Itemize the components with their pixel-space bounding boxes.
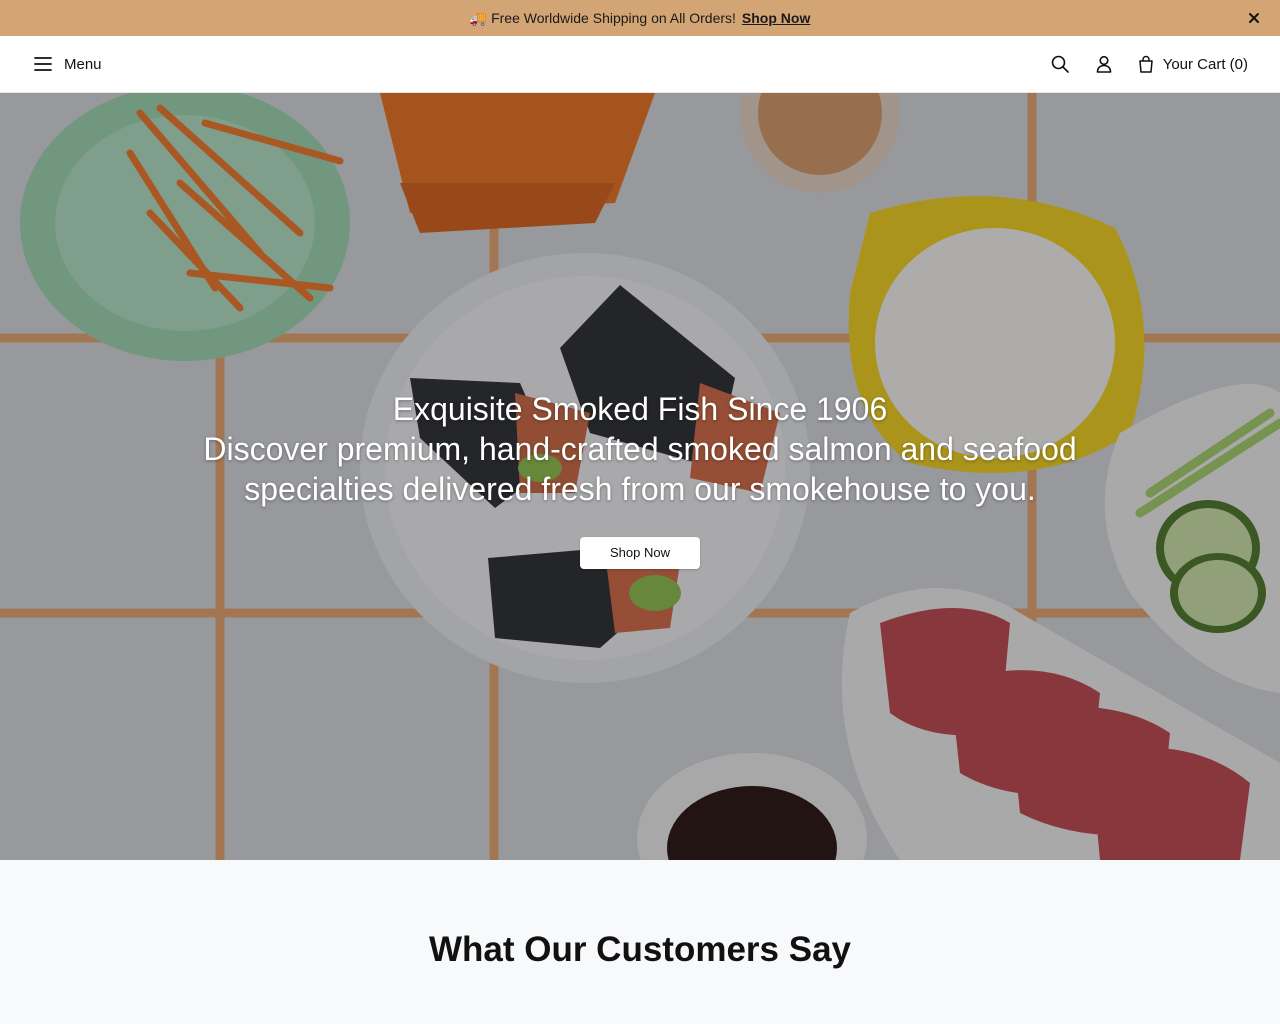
hero-shop-now-button[interactable]: Shop Now: [580, 537, 700, 569]
menu-label: Menu: [64, 55, 102, 73]
testimonials-section: What Our Customers Say: [0, 860, 1280, 1024]
hero-content: Exquisite Smoked Fish Since 1906 Discove…: [0, 389, 1280, 569]
truck-icon: 🚚: [469, 9, 488, 26]
announcement-shop-now-link[interactable]: Shop Now: [742, 10, 810, 26]
menu-button[interactable]: Menu: [32, 53, 102, 75]
site-header: Menu Your Cart (0): [0, 36, 1280, 93]
cart-button[interactable]: Your Cart (0): [1137, 55, 1248, 73]
announcement-text: Free Worldwide Shipping on All Orders!: [491, 10, 736, 26]
testimonials-heading: What Our Customers Say: [428, 930, 852, 969]
hamburger-icon: [34, 57, 52, 71]
close-icon[interactable]: [1244, 8, 1264, 28]
search-icon[interactable]: [1049, 53, 1071, 75]
hero-title: Exquisite Smoked Fish Since 1906: [392, 391, 888, 427]
hero-subtitle: Discover premium, hand-crafted smoked sa…: [203, 431, 1077, 507]
header-actions: Your Cart (0): [1049, 53, 1248, 75]
hero-banner: Exquisite Smoked Fish Since 1906 Discove…: [0, 93, 1280, 860]
account-icon[interactable]: [1093, 53, 1115, 75]
shopping-bag-icon: [1138, 55, 1153, 73]
cart-label: Your Cart (0): [1162, 55, 1248, 73]
announcement-bar: 🚚 Free Worldwide Shipping on All Orders!…: [0, 0, 1280, 36]
